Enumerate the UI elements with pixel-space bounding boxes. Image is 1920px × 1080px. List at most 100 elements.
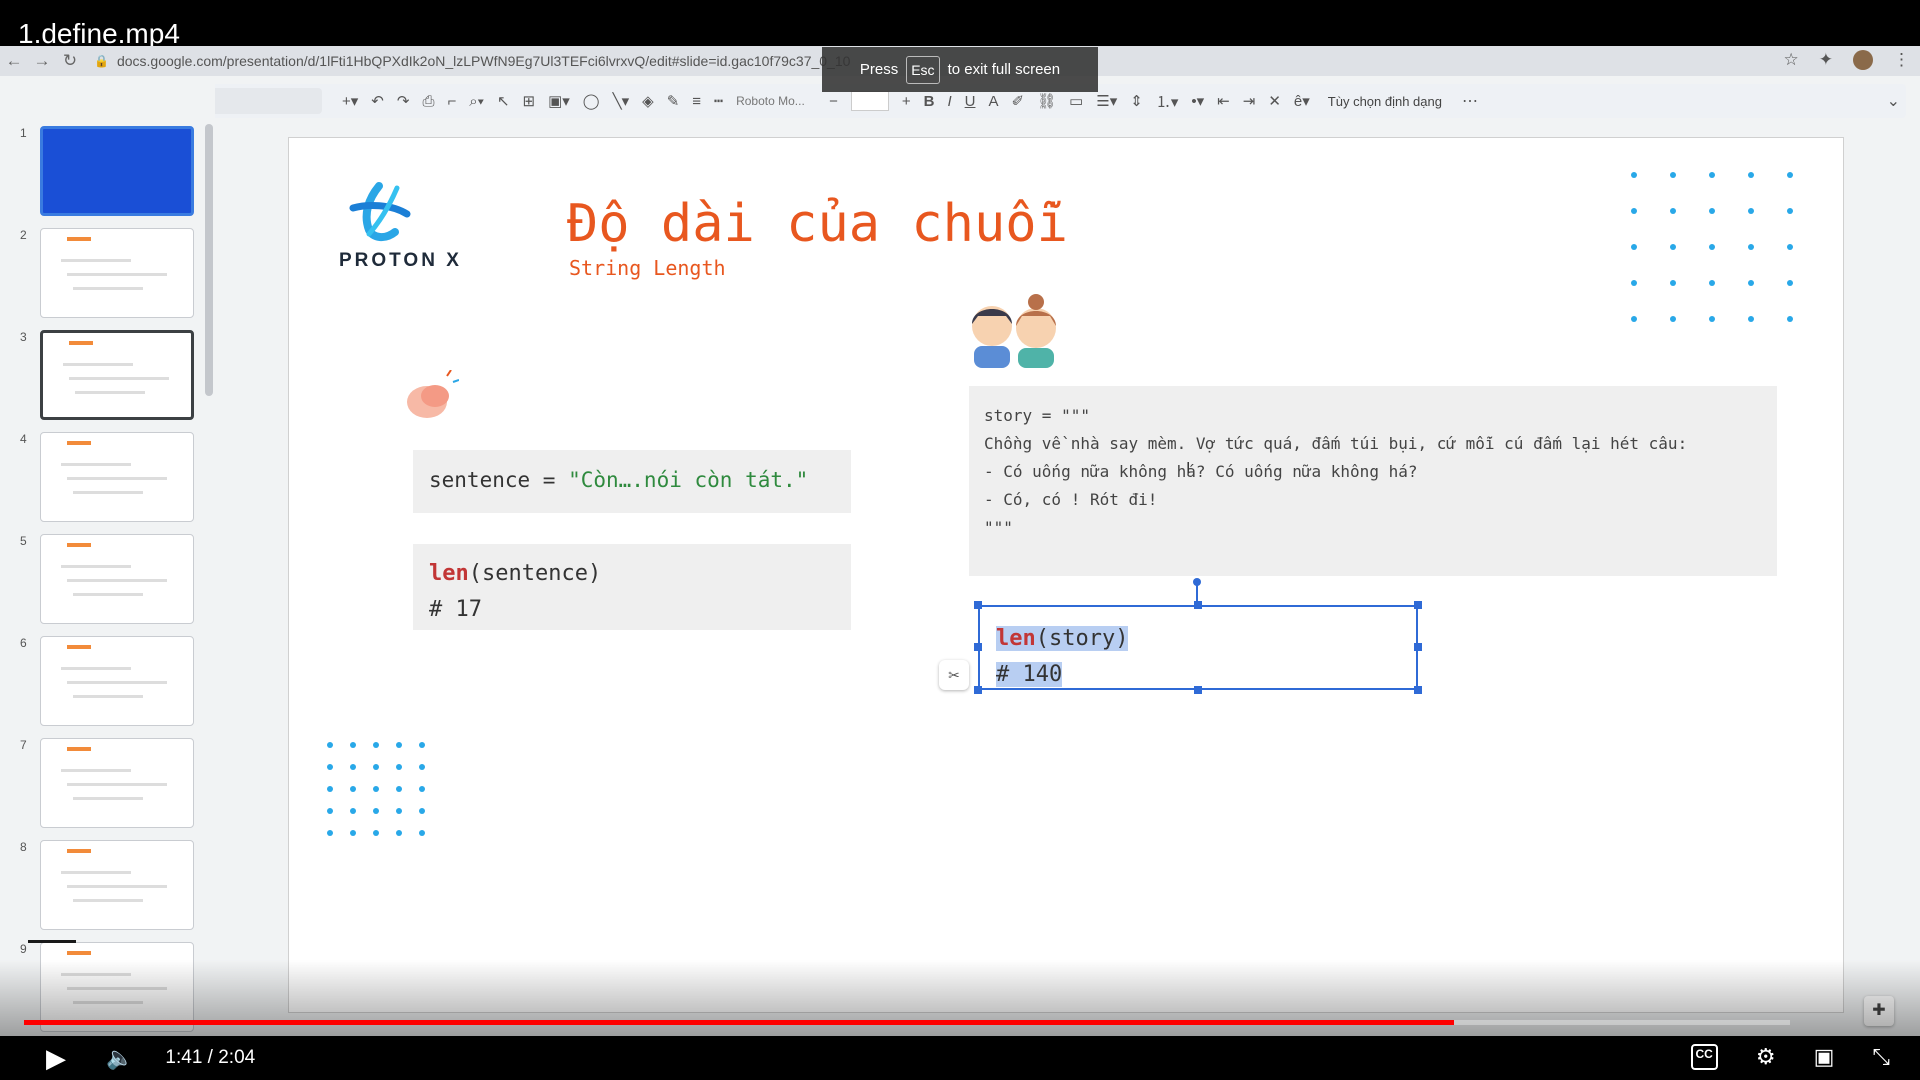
- settings-gear-icon[interactable]: ⚙: [1756, 1044, 1776, 1070]
- shape-icon[interactable]: ◯: [583, 92, 600, 110]
- resize-handle-ml[interactable]: [974, 643, 982, 651]
- collapse-icon[interactable]: ⌄: [1887, 91, 1900, 111]
- captions-icon[interactable]: CC: [1690, 1044, 1718, 1070]
- len-story-code-block-selected[interactable]: len(story) # 140: [978, 605, 1418, 690]
- indent-increase-icon[interactable]: ⇥: [1243, 92, 1256, 110]
- slide-title: Độ dài của chuỗi: [567, 194, 1068, 254]
- paint-format-icon[interactable]: ⌐: [447, 93, 456, 110]
- underline-icon[interactable]: U: [965, 93, 976, 110]
- slide-thumbnail[interactable]: [40, 432, 194, 522]
- zoom-icon[interactable]: ⌕▾: [469, 93, 484, 110]
- bullet-list-icon[interactable]: •▾: [1191, 92, 1204, 110]
- filmstrip-slide[interactable]: 1: [0, 126, 200, 218]
- font-size-decrease-icon[interactable]: −: [829, 93, 838, 110]
- bold-icon[interactable]: B: [924, 93, 935, 110]
- animation-toggle-icon[interactable]: ✂: [939, 660, 969, 690]
- star-icon[interactable]: ☆: [1784, 50, 1799, 70]
- highlight-icon[interactable]: ✐: [1011, 92, 1024, 110]
- story-code-block[interactable]: story = """ Chồng về nhà say mèm. Vợ tức …: [969, 386, 1777, 576]
- redo-icon[interactable]: ↷: [397, 92, 410, 110]
- filmstrip-slide[interactable]: 7: [0, 738, 200, 830]
- slide-thumbnail[interactable]: [40, 126, 194, 216]
- slide-thumbnail[interactable]: [40, 330, 194, 420]
- slide-thumbnail[interactable]: [40, 738, 194, 828]
- sentence-code-block[interactable]: sentence = "Còn….nói còn tát.": [413, 450, 851, 513]
- forward-icon[interactable]: →: [28, 51, 56, 71]
- input-tools-icon[interactable]: ê▾: [1294, 92, 1310, 110]
- resize-handle-bl[interactable]: [974, 686, 982, 694]
- textbox-icon[interactable]: ⊞: [523, 92, 536, 110]
- decor-dot: [396, 808, 402, 814]
- link-icon[interactable]: ⛓: [1037, 92, 1056, 110]
- resize-handle-tl[interactable]: [974, 601, 982, 609]
- resize-handle-bm[interactable]: [1194, 686, 1202, 694]
- border-color-icon[interactable]: ✎: [667, 92, 680, 110]
- progress-bar[interactable]: [24, 1020, 1790, 1025]
- thumbnail-line: [61, 769, 131, 772]
- filmstrip-slide[interactable]: 8: [0, 840, 200, 932]
- decor-dot: [1748, 316, 1754, 322]
- font-size-input[interactable]: [850, 91, 889, 111]
- avatar[interactable]: [1853, 50, 1873, 70]
- len-args: (story): [1035, 626, 1129, 651]
- clap-hands-icon: [407, 370, 459, 418]
- resize-handle-br[interactable]: [1414, 686, 1422, 694]
- decor-dot: [350, 808, 356, 814]
- border-dash-icon[interactable]: ┅: [714, 92, 723, 110]
- filmstrip-slide[interactable]: 5: [0, 534, 200, 626]
- indent-decrease-icon[interactable]: ⇤: [1217, 92, 1230, 110]
- slide-thumbnail[interactable]: [40, 228, 194, 318]
- slide-thumbnail[interactable]: [40, 840, 194, 930]
- video-frame: 1.define.mp4 ← → ↻ 🔒 docs.google.com/pre…: [0, 0, 1920, 1080]
- slide-thumbnail[interactable]: [40, 636, 194, 726]
- filmstrip-scrollbar[interactable]: [205, 124, 213, 396]
- story-code-line: """: [984, 518, 1013, 537]
- undo-icon[interactable]: ↶: [371, 92, 384, 110]
- decor-dot: [373, 830, 379, 836]
- resize-handle-mr[interactable]: [1414, 643, 1422, 651]
- decor-dot: [396, 742, 402, 748]
- filmstrip-slide[interactable]: 6: [0, 636, 200, 728]
- print-icon[interactable]: ⎙: [422, 93, 434, 110]
- url-text[interactable]: docs.google.com/presentation/d/1lFti1HbQ…: [117, 53, 850, 69]
- slide-thumbnail[interactable]: [40, 534, 194, 624]
- volume-icon[interactable]: 🔈: [106, 1045, 133, 1071]
- select-icon[interactable]: ↖: [497, 92, 510, 110]
- new-slide-icon[interactable]: +▾: [342, 92, 358, 110]
- clear-format-icon[interactable]: ✕: [1268, 92, 1281, 110]
- len-sentence-code-block[interactable]: len(sentence) # 17: [413, 544, 851, 630]
- image-icon[interactable]: ▣▾: [548, 92, 570, 110]
- font-size-increase-icon[interactable]: +: [902, 93, 911, 110]
- filmstrip-slide[interactable]: 4: [0, 432, 200, 524]
- thumbnail-line: [67, 783, 167, 786]
- line-icon[interactable]: ╲▾: [613, 92, 630, 110]
- back-icon[interactable]: ←: [0, 51, 28, 71]
- miniplayer-icon[interactable]: ▣: [1814, 1044, 1835, 1070]
- italic-icon[interactable]: I: [947, 93, 951, 110]
- text-cursor-icon: I: [1186, 460, 1191, 477]
- comment-icon[interactable]: ▭: [1069, 92, 1083, 110]
- slide-canvas[interactable]: PROTON X Độ dài của chuỗi String Length …: [288, 137, 1844, 1013]
- line-spacing-icon[interactable]: ⇕: [1130, 92, 1143, 110]
- kebab-menu-icon[interactable]: ⋮: [1893, 50, 1910, 70]
- thumbnail-line: [67, 885, 167, 888]
- resize-handle-tm[interactable]: [1194, 601, 1202, 609]
- border-weight-icon[interactable]: ≡: [692, 93, 701, 110]
- play-icon[interactable]: ▶: [46, 1043, 66, 1074]
- resize-handle-tr[interactable]: [1414, 601, 1422, 609]
- format-options-button[interactable]: Tùy chọn định dạng: [1328, 94, 1442, 109]
- font-select[interactable]: Roboto Mo...: [736, 94, 816, 108]
- filmstrip-slide[interactable]: 2: [0, 228, 200, 320]
- reload-icon[interactable]: ↻: [56, 51, 84, 71]
- rotation-handle[interactable]: [1193, 578, 1201, 586]
- extensions-icon[interactable]: ✦: [1819, 50, 1833, 70]
- exit-fullscreen-icon[interactable]: ⤡: [1872, 1044, 1890, 1070]
- align-icon[interactable]: ☰▾: [1096, 92, 1117, 110]
- lock-icon[interactable]: 🔒: [94, 54, 109, 68]
- numbered-list-icon[interactable]: ⒈▾: [1156, 91, 1179, 112]
- more-icon[interactable]: ⋯: [1462, 91, 1478, 111]
- slide-number: 6: [20, 636, 27, 650]
- fill-color-icon[interactable]: ◈: [642, 92, 654, 110]
- text-color-icon[interactable]: A: [988, 93, 998, 110]
- filmstrip-slide[interactable]: 3: [0, 330, 200, 422]
